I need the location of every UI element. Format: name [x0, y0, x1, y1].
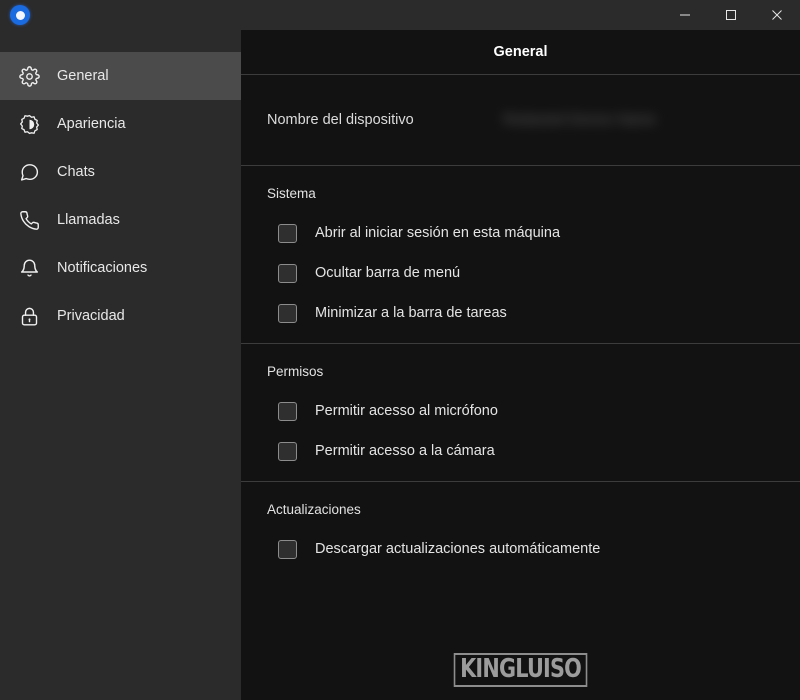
option-ocultar-barra-de-menu[interactable]: Ocultar barra de menú [267, 253, 774, 293]
watermark-text: KINGLUISO [453, 653, 588, 687]
minimize-button[interactable] [662, 0, 708, 30]
sidebar-item-notificaciones[interactable]: Notificaciones [0, 244, 241, 292]
close-button[interactable] [754, 0, 800, 30]
sidebar-item-label: Notificaciones [57, 260, 148, 276]
sidebar-item-apariencia[interactable]: Apariencia [0, 100, 241, 148]
section-title: Sistema [267, 186, 316, 201]
option-permitir-acceso-camara[interactable]: Permitir acesso a la cámara [267, 431, 774, 471]
window-body: General Apariencia Chats Llamadas Notifi… [0, 30, 800, 700]
sidebar-item-llamadas[interactable]: Llamadas [0, 196, 241, 244]
minimize-icon [680, 14, 690, 16]
option-label: Abrir al iniciar sesión en esta máquina [315, 225, 561, 241]
section-sistema: Sistema Abrir al iniciar sesión en esta … [241, 166, 800, 343]
maximize-button[interactable] [708, 0, 754, 30]
settings-window: General Apariencia Chats Llamadas Notifi… [0, 0, 800, 700]
title-bar [0, 0, 800, 30]
bell-icon [18, 257, 40, 279]
option-label: Descargar actualizaciones automáticament… [315, 541, 601, 557]
option-label: Permitir acesso a la cámara [315, 443, 495, 459]
window-controls [662, 0, 800, 30]
maximize-icon [726, 10, 736, 20]
sidebar-item-label: Llamadas [57, 212, 120, 228]
option-descargar-actualizaciones-automaticamente[interactable]: Descargar actualizaciones automáticament… [267, 529, 774, 569]
page-title: General [493, 44, 548, 60]
section-title: Permisos [267, 364, 324, 379]
sidebar-item-label: Privacidad [57, 308, 125, 324]
gear-icon [18, 65, 40, 87]
section-title: Actualizaciones [267, 502, 361, 517]
close-icon [772, 10, 782, 20]
option-label: Permitir acesso al micrófono [315, 403, 498, 419]
sidebar-item-label: Apariencia [57, 116, 126, 132]
option-label: Minimizar a la barra de tareas [315, 305, 507, 321]
option-minimizar-a-barra-de-tareas[interactable]: Minimizar a la barra de tareas [267, 293, 774, 333]
settings-main-panel: General Nombre del dispositivo Redacted … [241, 30, 800, 700]
brightness-icon [18, 113, 40, 135]
device-name-value-redacted: Redacted Device Name [503, 112, 657, 128]
option-label: Ocultar barra de menú [315, 265, 461, 281]
watermark: KINGLUISO [241, 653, 800, 687]
sidebar-item-label: Chats [57, 164, 95, 180]
settings-sidebar: General Apariencia Chats Llamadas Notifi… [0, 30, 241, 700]
option-abrir-al-iniciar-sesion[interactable]: Abrir al iniciar sesión en esta máquina [267, 213, 774, 253]
chat-bubble-icon [18, 161, 40, 183]
checkbox[interactable] [278, 303, 297, 323]
sidebar-item-chats[interactable]: Chats [0, 148, 241, 196]
phone-icon [18, 209, 40, 231]
sidebar-item-general[interactable]: General [0, 52, 241, 100]
checkbox[interactable] [278, 441, 297, 461]
checkbox[interactable] [278, 263, 297, 283]
device-name-row: Nombre del dispositivo Redacted Device N… [241, 75, 800, 165]
checkbox[interactable] [278, 223, 297, 243]
checkbox[interactable] [278, 401, 297, 421]
sidebar-item-label: General [57, 68, 109, 84]
section-actualizaciones: Actualizaciones Descargar actualizacione… [241, 482, 800, 579]
section-permisos: Permisos Permitir acesso al micrófono Pe… [241, 344, 800, 481]
lock-icon [18, 305, 40, 327]
app-logo-circle-icon [10, 5, 30, 25]
sidebar-item-privacidad[interactable]: Privacidad [0, 292, 241, 340]
device-name-label: Nombre del dispositivo [267, 112, 414, 128]
checkbox[interactable] [278, 539, 297, 559]
app-logo-inner-dot [15, 10, 25, 20]
option-permitir-acceso-microfono[interactable]: Permitir acesso al micrófono [267, 391, 774, 431]
